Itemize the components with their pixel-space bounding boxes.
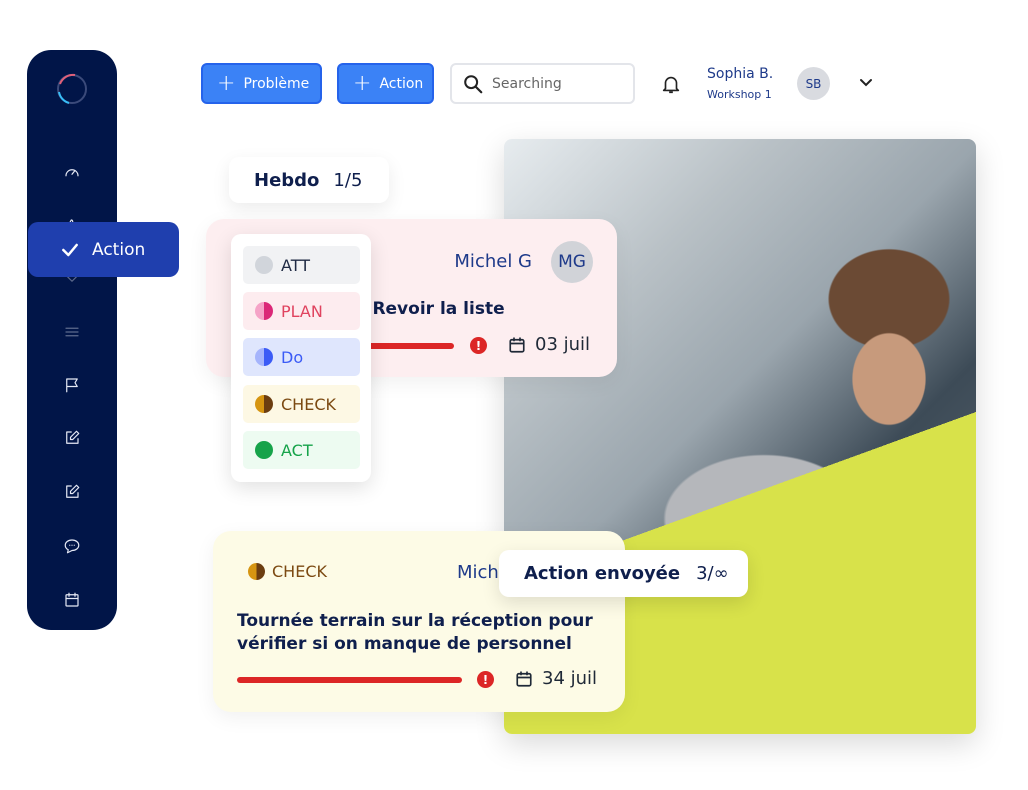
plus-icon: + — [353, 70, 372, 96]
date-text: 03 juil — [535, 334, 591, 355]
user-name[interactable]: Sophia B. — [707, 66, 773, 82]
edit-icon[interactable] — [62, 428, 82, 448]
hebdo-badge: Hebdo 1/5 — [229, 157, 389, 203]
status-dot-icon — [255, 441, 273, 459]
chevron-down-icon[interactable] — [858, 76, 874, 90]
due-date: 03 juil — [508, 334, 590, 355]
status-dot-icon — [255, 348, 273, 366]
edit-icon[interactable] — [62, 482, 82, 502]
status-label: CHECK — [272, 562, 327, 581]
status-dot-icon — [248, 563, 265, 580]
sidebar-tooltip-action: Action — [28, 222, 179, 277]
status-dot-icon — [255, 302, 273, 320]
option-label: PLAN — [281, 301, 323, 321]
add-action-button[interactable]: + Action — [337, 63, 434, 104]
option-label: ACT — [281, 440, 313, 460]
due-date: 34 juil — [515, 668, 597, 689]
option-label: ATT — [281, 255, 310, 275]
user-workshop: Workshop 1 — [707, 88, 772, 101]
calendar-icon[interactable] — [62, 590, 82, 610]
calendar-icon — [509, 337, 525, 353]
calendar-icon — [516, 671, 532, 687]
sent-count: 3/∞ — [696, 563, 729, 584]
status-dot-icon — [255, 256, 273, 274]
option-label: CHECK — [281, 394, 336, 414]
assignee-name: Michel G — [454, 251, 532, 272]
tooltip-label: Action — [92, 239, 146, 260]
hebdo-label: Hebdo — [254, 169, 320, 191]
button-label: Action — [379, 75, 424, 92]
plus-icon: + — [217, 70, 236, 96]
logo-icon — [57, 73, 87, 104]
status-dot-icon — [255, 395, 273, 413]
flag-icon[interactable] — [62, 375, 82, 395]
action-title-line2: vérifier si on manque de personnel — [237, 634, 572, 654]
chat-icon[interactable] — [62, 536, 82, 556]
search-icon — [464, 74, 483, 93]
progress-bar — [237, 677, 462, 683]
user-avatar[interactable]: SB — [797, 67, 830, 100]
option-label: Do — [281, 347, 304, 367]
status-option-att[interactable]: ATT — [243, 246, 360, 284]
status-option-act[interactable]: ACT — [243, 431, 360, 469]
status-badge: CHECK — [248, 562, 327, 581]
dashboard-icon[interactable] — [62, 162, 82, 182]
sidebar — [27, 50, 117, 630]
search-placeholder: Searching — [492, 75, 562, 92]
alert-icon: ! — [477, 671, 494, 688]
assignee-avatar: MG — [551, 241, 593, 283]
status-option-plan[interactable]: PLAN — [243, 292, 360, 330]
button-label: Problème — [243, 75, 310, 92]
status-option-do[interactable]: Do — [243, 338, 360, 376]
action-sent-badge: Action envoyée 3/∞ — [499, 550, 748, 597]
search-input[interactable]: Searching — [450, 63, 635, 104]
sent-label: Action envoyée — [524, 563, 681, 584]
status-option-check[interactable]: CHECK — [243, 385, 360, 423]
bell-icon[interactable] — [660, 72, 682, 96]
add-problem-button[interactable]: + Problème — [201, 63, 322, 104]
hebdo-count: 1/5 — [333, 169, 363, 191]
menu-icon[interactable] — [62, 322, 82, 342]
action-title-line1: Tournée terrain sur la réception pour — [237, 611, 593, 631]
status-dropdown: ATT PLAN Do CHECK ACT — [231, 234, 371, 482]
check-icon — [62, 243, 78, 256]
alert-icon: ! — [470, 337, 487, 354]
date-text: 34 juil — [542, 668, 598, 689]
